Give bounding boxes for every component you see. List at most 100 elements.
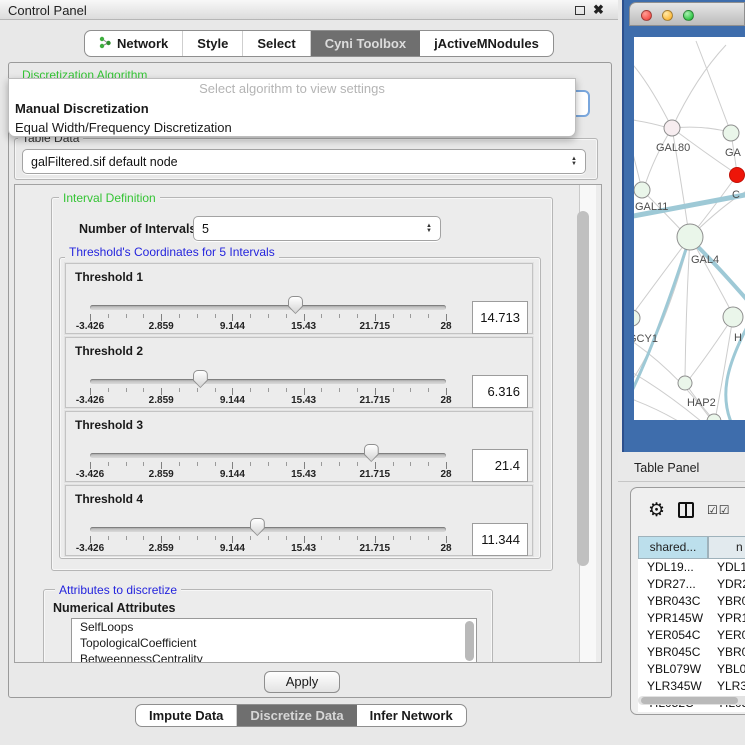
slider-tick <box>215 536 216 540</box>
control-panel-tabbar: Network Style SelectCyni ToolboxjActiveMNo… <box>84 30 554 57</box>
threshold-2-value-field[interactable]: 6.316 <box>472 375 528 408</box>
float-window-icon[interactable] <box>575 6 585 15</box>
slider-tick <box>268 462 269 466</box>
tab-select[interactable]: Select <box>243 31 310 56</box>
slider-tick <box>126 314 127 318</box>
checkbox-icons[interactable]: ☑☑ <box>707 503 731 517</box>
slider-tick <box>357 462 358 466</box>
network-edge <box>634 397 678 420</box>
slider-tick <box>304 462 305 469</box>
slider-tick <box>250 314 251 318</box>
slider-tick-label: 9.144 <box>220 543 245 554</box>
table-row[interactable]: YER054CYER054C <box>638 627 745 644</box>
column-header-1[interactable]: n <box>708 536 745 559</box>
settings-gear-icon[interactable]: ⚙ <box>648 501 665 520</box>
threshold-3-panel: Threshold 3-3.4262.8599.14415.4321.71528… <box>65 411 533 482</box>
slider-tick-label: 15.43 <box>291 469 316 480</box>
slider-tick <box>143 536 144 540</box>
threshold-2-slider-track[interactable] <box>90 379 446 384</box>
cell-shared-name: YBR045C <box>638 644 708 661</box>
slider-tick <box>161 462 162 469</box>
table-panel-window: ⚙ ☑☑ shared...n YDL19...YDL19YDR27...YDR… <box>630 487 745 715</box>
tab-network[interactable]: Network <box>85 31 183 56</box>
cell-shared-name: YDR27... <box>638 576 708 593</box>
dropdown-option-manual-discretization[interactable]: Manual Discretization <box>9 99 575 118</box>
slider-tick <box>393 462 394 466</box>
tab-impute-data[interactable]: Impute Data <box>136 705 237 726</box>
table-row[interactable]: YBL079WYBL079W <box>638 661 745 678</box>
slider-tick-label: 21.715 <box>360 395 391 406</box>
table-row[interactable]: YBR043CYBR043C <box>638 593 745 610</box>
attribute-item-selfloops[interactable]: SelfLoops <box>72 619 476 635</box>
table-row[interactable]: YPR145WYPR145W <box>638 610 745 627</box>
slider-tick <box>304 314 305 321</box>
tab-label: Style <box>197 36 228 51</box>
network-canvas[interactable]: GAL80GACGAL11GAL4GCY1HHAP2 <box>634 37 745 420</box>
column-header-0[interactable]: shared... <box>638 536 708 559</box>
threshold-2-slider-thumb[interactable] <box>193 370 208 388</box>
mac-close-button[interactable] <box>641 10 652 21</box>
network-node-gal11[interactable] <box>634 182 650 198</box>
slider-tick-label: 9.144 <box>220 395 245 406</box>
table-hscrollbar-thumb[interactable] <box>641 697 738 704</box>
list-scrollbar-thumb[interactable] <box>465 621 474 661</box>
threshold-4-slider-thumb[interactable] <box>250 518 265 536</box>
threshold-label: Threshold 3 <box>75 418 143 432</box>
settings-scrollbar-track[interactable] <box>579 185 596 662</box>
network-node-label: GAL11 <box>635 201 668 213</box>
slider-tick <box>268 388 269 392</box>
number-of-intervals-spinner[interactable]: 5 ▲▼ <box>193 216 441 241</box>
attribute-item-betweennesscentrality[interactable]: BetweennessCentrality <box>72 651 476 663</box>
slider-tick <box>393 536 394 540</box>
threshold-1-value-field[interactable]: 14.713 <box>472 301 528 334</box>
network-node-c[interactable] <box>730 168 745 183</box>
table-rows: YDL19...YDL19YDR27...YDR27YBR043CYBR043C… <box>638 559 745 712</box>
threshold-4-value-field[interactable]: 11.344 <box>472 523 528 556</box>
tab-cyni-toolbox[interactable]: Cyni Toolbox <box>311 31 420 56</box>
slider-tick <box>250 462 251 466</box>
tab-style[interactable]: Style <box>183 31 243 56</box>
close-icon[interactable]: ✖ <box>593 2 604 18</box>
column-layout-icon[interactable] <box>678 502 694 518</box>
cell-shared-name: YLR345W <box>638 678 708 695</box>
stepper-arrows-icon: ▲▼ <box>426 224 432 234</box>
slider-tick <box>321 314 322 318</box>
network-node-gal80[interactable] <box>664 120 680 136</box>
table-hscrollbar-track[interactable] <box>638 696 745 705</box>
slider-tick <box>339 314 340 318</box>
cell-name: YDL19 <box>708 559 745 576</box>
slider-tick <box>375 536 376 543</box>
slider-tick <box>90 462 91 469</box>
network-node-ga[interactable] <box>723 125 739 141</box>
threshold-3-value-field[interactable]: 21.4 <box>472 449 528 482</box>
cell-name: YPR145W <box>708 610 745 627</box>
network-node-h[interactable] <box>723 307 743 327</box>
network-node-gal4[interactable] <box>677 224 703 250</box>
table-data-select[interactable]: galFiltered.sif default node ▲▼ <box>22 149 586 174</box>
tab-infer-network[interactable]: Infer Network <box>357 705 466 726</box>
apply-button[interactable]: Apply <box>264 671 340 693</box>
attribute-item-topologicalcoefficient[interactable]: TopologicalCoefficient <box>72 635 476 651</box>
threshold-3-slider-thumb[interactable] <box>364 444 379 462</box>
network-node-gcy1[interactable] <box>634 310 640 326</box>
threshold-3-slider-track[interactable] <box>90 453 446 458</box>
network-node-label: H <box>734 332 742 344</box>
table-panel-title: Table Panel <box>634 461 699 475</box>
network-edge <box>672 45 726 128</box>
mac-minimize-button[interactable] <box>662 10 673 21</box>
threshold-4-slider-track[interactable] <box>90 527 446 532</box>
tab-jactivemnodules[interactable]: jActiveMNodules <box>420 31 553 56</box>
settings-scrollbar-thumb[interactable] <box>577 211 589 566</box>
table-row[interactable]: YBR045CYBR045C <box>638 644 745 661</box>
table-row[interactable]: YLR345WYLR345W <box>638 678 745 695</box>
threshold-1-slider-track[interactable] <box>90 305 446 310</box>
slider-tick <box>108 314 109 318</box>
network-node-hap2[interactable] <box>678 376 692 390</box>
network-edge <box>690 317 733 378</box>
dropdown-option-equal-width-frequency[interactable]: Equal Width/Frequency Discretization <box>9 118 575 137</box>
tab-discretize-data[interactable]: Discretize Data <box>237 705 356 726</box>
table-row[interactable]: YDL19...YDL19 <box>638 559 745 576</box>
table-row[interactable]: YDR27...YDR27 <box>638 576 745 593</box>
threshold-1-slider-thumb[interactable] <box>288 296 303 314</box>
mac-zoom-button[interactable] <box>683 10 694 21</box>
